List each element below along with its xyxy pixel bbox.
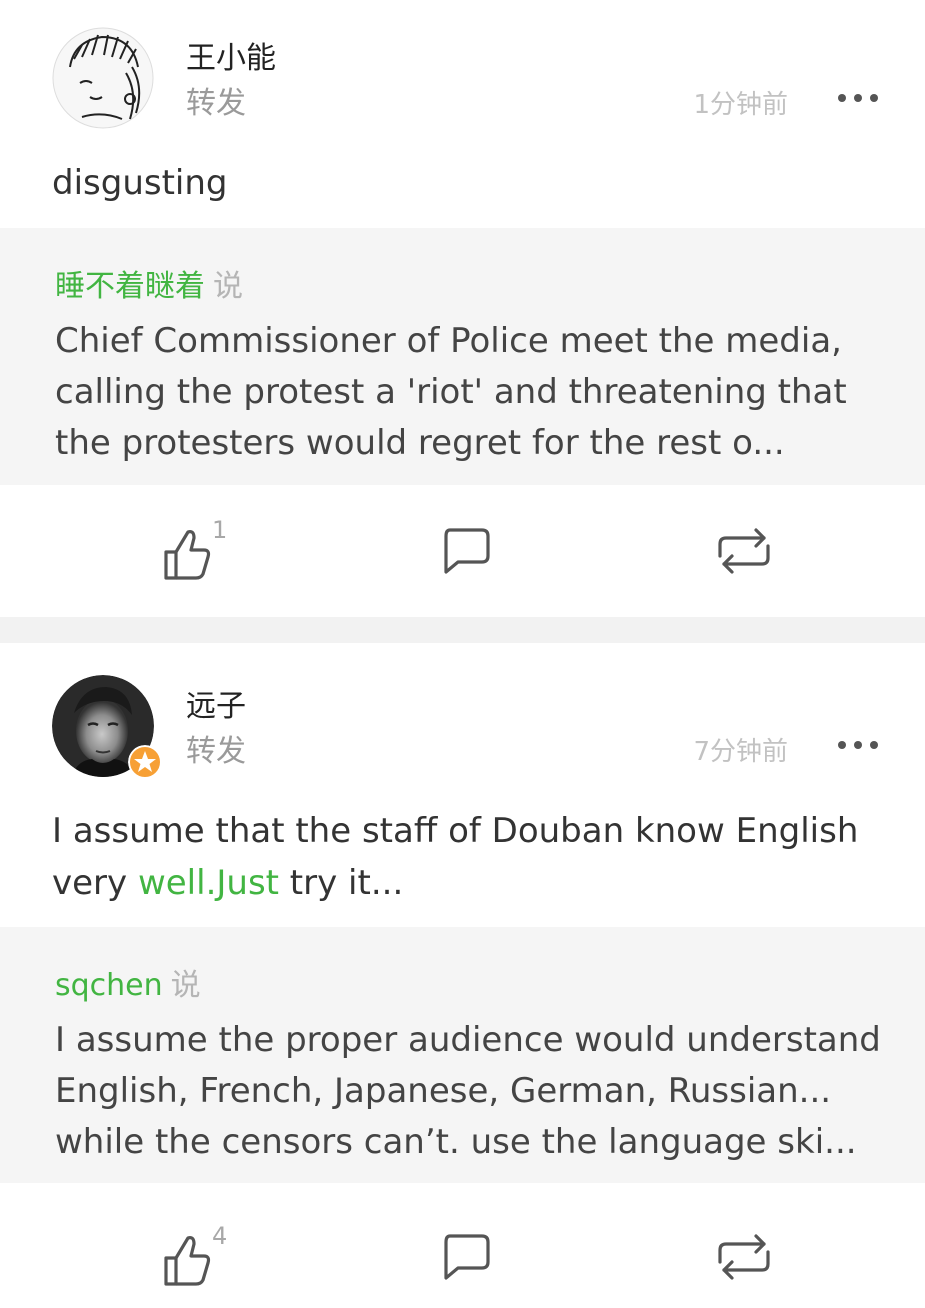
star-badge-icon <box>128 745 162 779</box>
author-avatar[interactable] <box>52 27 154 129</box>
comment-button[interactable] <box>440 526 492 576</box>
quote-author-line: sqchen 说 <box>55 960 201 1004</box>
more-button[interactable] <box>836 88 880 108</box>
more-dots-icon <box>838 741 878 749</box>
quote-says-label: 说 <box>213 269 243 304</box>
post-text: disgusting <box>52 157 892 209</box>
post-text-part: try it... <box>279 863 404 903</box>
comment-button[interactable] <box>440 1232 492 1282</box>
quote-says-label: 说 <box>170 968 201 1003</box>
like-count: 1 <box>212 516 228 544</box>
repost-arrows-icon <box>718 1234 770 1280</box>
thumbs-up-icon <box>164 530 211 580</box>
comment-bubble-icon <box>444 528 490 574</box>
status-feed: 王小能 转发 1分钟前 disgusting 睡不着瞇着说 Chief Comm… <box>0 0 925 1286</box>
action-type: 转发 <box>186 734 246 769</box>
action-type: 转发 <box>186 86 246 121</box>
repost-button[interactable] <box>712 526 776 576</box>
timestamp: 1分钟前 <box>693 90 788 120</box>
cartoon-girl-avatar <box>52 27 154 129</box>
like-count: 4 <box>212 1222 228 1250</box>
quote-author-name[interactable]: sqchen <box>55 968 163 1003</box>
feed-separator <box>0 617 925 643</box>
quote-text: I assume the proper audience would under… <box>55 1020 881 1162</box>
author-name[interactable]: 远子 <box>186 681 246 725</box>
quote-text: Chief Commissioner of Police meet the me… <box>55 321 847 463</box>
more-button[interactable] <box>836 735 880 755</box>
quoted-status[interactable]: sqchen 说 I assume the proper audience wou… <box>0 927 925 1183</box>
timestamp: 7分钟前 <box>693 737 788 767</box>
post-text-part: disgusting <box>52 163 228 203</box>
author-avatar[interactable] <box>52 675 162 779</box>
quote-author-name[interactable]: 睡不着瞇着 <box>55 269 205 304</box>
like-button[interactable]: 1 <box>160 516 240 582</box>
action-bar: 4 <box>0 1208 925 1308</box>
quoted-status[interactable]: 睡不着瞇着说 Chief Commissioner of Police meet… <box>0 228 925 485</box>
comment-bubble-icon <box>444 1234 490 1280</box>
post-text: I assume that the staff of Douban know E… <box>52 805 892 909</box>
author-name[interactable]: 王小能 <box>186 33 276 77</box>
repost-arrows-icon <box>718 528 770 574</box>
feed-item: 王小能 转发 1分钟前 disgusting 睡不着瞇着说 Chief Comm… <box>0 0 925 617</box>
action-bar: 1 <box>0 502 925 602</box>
more-dots-icon <box>838 94 878 102</box>
post-text-link[interactable]: well.Just <box>138 863 279 903</box>
quote-author-line: 睡不着瞇着说 <box>55 261 243 305</box>
repost-button[interactable] <box>712 1232 776 1282</box>
feed-item: 远子 转发 7分钟前 I assume that the staff of Do… <box>0 643 925 1286</box>
